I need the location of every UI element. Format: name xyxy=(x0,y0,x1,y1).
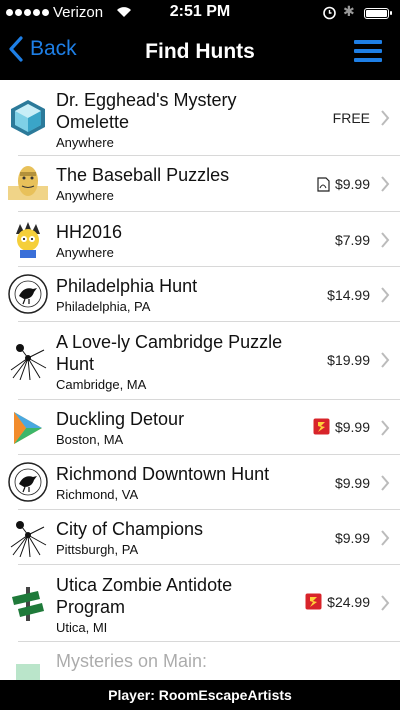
hunt-location: Cambridge, MA xyxy=(56,377,147,392)
raven-logo-icon xyxy=(8,274,48,314)
navigation-bar: Back Find Hunts xyxy=(0,26,400,80)
spider-icon xyxy=(10,521,47,557)
street-sign-icon xyxy=(12,587,44,621)
hunt-title: Mysteries on Main: xyxy=(56,651,208,671)
hunt-row[interactable]: Richmond Downtown Hunt Richmond, VA $9.9… xyxy=(0,455,400,510)
chevron-right-icon xyxy=(381,420,390,436)
hunt-location: Richmond, VA xyxy=(56,487,139,502)
hunt-price: $14.99 xyxy=(327,287,370,303)
chevron-right-icon xyxy=(381,595,390,611)
pdf-icon xyxy=(317,176,330,192)
partial-icon xyxy=(16,664,40,680)
chevron-right-icon xyxy=(381,287,390,303)
duckling-detour-logo-icon xyxy=(14,412,42,444)
chevron-left-icon xyxy=(9,36,23,62)
hunt-row[interactable]: Mysteries on Main: xyxy=(0,642,400,680)
hamburger-menu-icon[interactable] xyxy=(354,40,382,64)
episode-icon xyxy=(313,418,330,435)
hunt-location: Anywhere xyxy=(56,188,114,203)
hunt-location: Anywhere xyxy=(56,245,114,260)
hunt-price: $9.99 xyxy=(334,418,370,435)
hunt-location: Pittsburgh, PA xyxy=(56,542,139,557)
hunt-title: A Love-ly Cambridge Puzzle Hunt xyxy=(56,332,283,374)
chevron-right-icon xyxy=(381,352,390,368)
chevron-right-icon xyxy=(381,475,390,491)
hunt-price: $9.99 xyxy=(334,176,370,192)
hunt-title: Utica Zombie Antidote Program xyxy=(56,575,233,617)
hunt-price: $9.99 xyxy=(334,475,370,491)
hunt-location: Utica, MI xyxy=(56,620,108,635)
chevron-right-icon xyxy=(381,530,390,546)
cartoon-character-icon xyxy=(16,222,40,258)
hunt-row[interactable]: Utica Zombie Antidote Program Utica, MI … xyxy=(0,565,400,642)
player-footer: Player: RoomEscapeArtists xyxy=(0,680,400,710)
hunt-price: $24.99 xyxy=(327,593,370,610)
hunt-title: HH2016 xyxy=(56,222,123,242)
hunt-location: Boston, MA xyxy=(56,432,124,447)
hunt-row[interactable]: City of Champions Pittsburgh, PA $9.99 xyxy=(0,510,400,565)
bluetooth-icon: ✱ xyxy=(343,3,355,19)
status-time: 2:51 PM xyxy=(169,3,231,20)
hunt-row[interactable]: The Baseball Puzzles Anywhere $9.99 xyxy=(0,156,400,212)
raven-logo-icon xyxy=(8,462,48,502)
baseball-character-icon xyxy=(8,166,48,200)
chevron-right-icon xyxy=(381,232,390,248)
hunt-price: FREE xyxy=(332,110,370,126)
hunt-price: $19.99 xyxy=(327,352,370,368)
status-bar: Verizon 2:51 PM ✱ xyxy=(0,0,400,26)
spider-icon xyxy=(10,344,47,380)
battery-icon xyxy=(364,8,392,19)
hunt-title: The Baseball Puzzles xyxy=(56,165,230,185)
chevron-right-icon xyxy=(381,110,390,126)
hunt-location: Philadelphia, PA xyxy=(56,299,151,314)
hunt-row[interactable]: Duckling Detour Boston, MA $9.99 xyxy=(0,400,400,455)
hunt-list[interactable]: Dr. Egghead's Mystery Omelette Anywhere … xyxy=(0,80,400,680)
back-label: Back xyxy=(30,37,77,60)
chevron-right-icon xyxy=(381,176,390,192)
hunt-row[interactable]: A Love-ly Cambridge Puzzle Hunt Cambridg… xyxy=(0,322,400,400)
hunt-price: $9.99 xyxy=(334,530,370,546)
hunt-row[interactable]: HH2016 Anywhere $7.99 xyxy=(0,212,400,267)
episode-icon xyxy=(305,593,322,610)
hunt-title: Duckling Detour xyxy=(56,409,185,429)
hunt-location: Anywhere xyxy=(56,135,114,150)
hunt-title: City of Champions xyxy=(56,519,204,539)
back-button[interactable]: Back xyxy=(8,36,77,62)
hunt-title: Philadelphia Hunt xyxy=(56,276,198,296)
hunt-title: Richmond Downtown Hunt xyxy=(56,464,270,484)
hunt-title: Dr. Egghead's Mystery Omelette xyxy=(56,90,237,132)
alarm-icon xyxy=(323,6,336,20)
hunt-row[interactable]: Dr. Egghead's Mystery Omelette Anywhere … xyxy=(0,80,400,156)
hunt-price: $7.99 xyxy=(334,232,370,248)
cube-icon xyxy=(11,100,45,136)
hunt-row[interactable]: Philadelphia Hunt Philadelphia, PA $14.9… xyxy=(0,267,400,322)
